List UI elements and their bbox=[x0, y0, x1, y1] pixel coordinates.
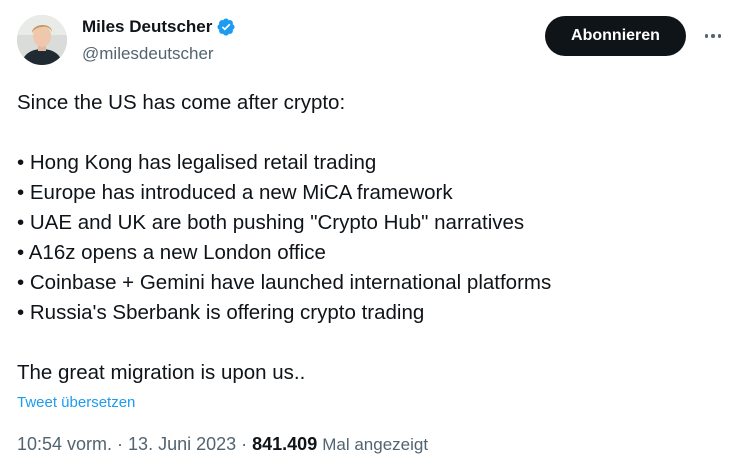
translate-tweet-link[interactable]: Tweet übersetzen bbox=[17, 394, 135, 411]
bullet-item: • Europe has introduced a new MiCA frame… bbox=[17, 181, 453, 204]
verified-badge-icon[interactable] bbox=[216, 17, 236, 37]
tweet-text: Since the US has come after crypto: • Ho… bbox=[17, 88, 717, 388]
bullet-item: • A16z opens a new London office bbox=[17, 241, 326, 264]
follow-button[interactable]: Abonnieren bbox=[545, 16, 686, 56]
bullet-item: • Hong Kong has legalised retail trading bbox=[17, 151, 377, 174]
tweet-closing: The great migration is upon us.. bbox=[17, 361, 306, 384]
author-name-row[interactable]: Miles Deutscher bbox=[82, 17, 236, 37]
views-label: Mal angezeigt bbox=[322, 435, 429, 454]
display-name[interactable]: Miles Deutscher bbox=[82, 17, 212, 37]
tweet-meta: 10:54 vorm. · 13. Juni 2023 · 841.409 Ma… bbox=[17, 434, 428, 455]
bullet-item: • Russia's Sberbank is offering crypto t… bbox=[17, 301, 425, 324]
tweet-card: Miles Deutscher @milesdeutscher Abonnier… bbox=[0, 0, 730, 474]
bullet-item: • Coinbase + Gemini have launched intern… bbox=[17, 271, 552, 294]
meta-separator: · bbox=[236, 434, 253, 454]
meta-separator: · bbox=[112, 434, 129, 454]
avatar-photo-icon bbox=[17, 15, 67, 65]
views-count: 841.409 bbox=[252, 434, 318, 454]
avatar[interactable] bbox=[17, 15, 67, 65]
tweet-date[interactable]: 13. Juni 2023 bbox=[128, 434, 236, 454]
more-horizontal-icon bbox=[704, 34, 709, 38]
bullet-item: • UAE and UK are both pushing "Crypto Hu… bbox=[17, 211, 525, 234]
tweet-time[interactable]: 10:54 vorm. bbox=[17, 434, 112, 454]
more-options-button[interactable] bbox=[699, 24, 727, 48]
tweet-intro: Since the US has come after crypto: bbox=[17, 91, 346, 114]
author-handle[interactable]: @milesdeutscher bbox=[82, 44, 214, 64]
